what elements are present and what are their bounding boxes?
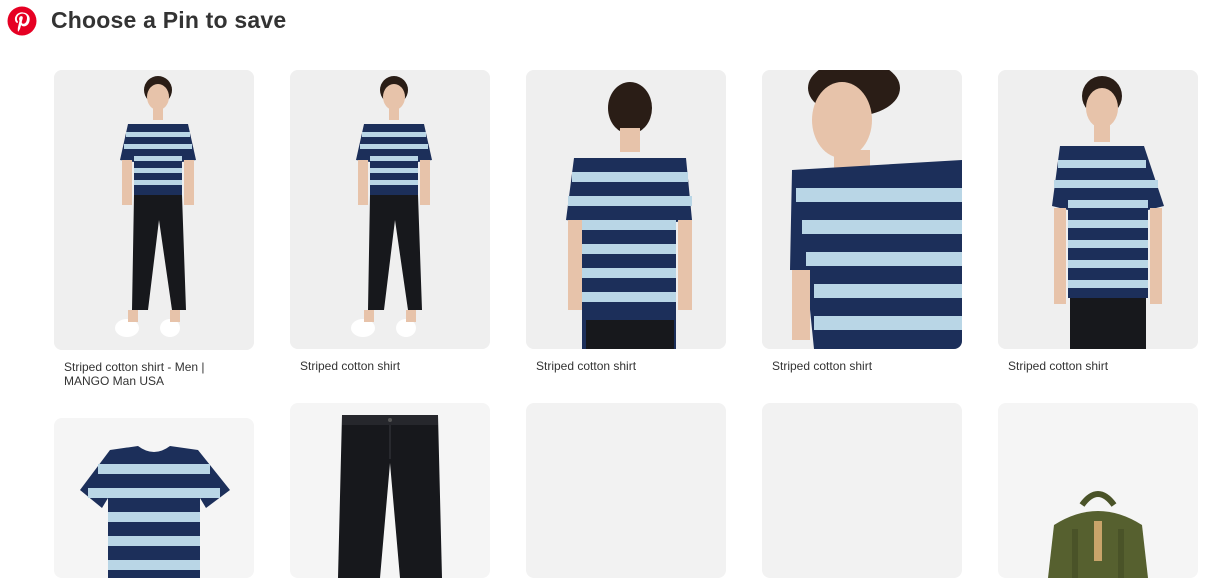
pin-image[interactable] (290, 403, 490, 578)
pin-image[interactable] (762, 70, 962, 349)
pin-image[interactable] (290, 70, 490, 349)
header: Choose a Pin to save (0, 0, 1222, 44)
pin-image[interactable] (54, 70, 254, 350)
pin-caption: Striped cotton shirt (536, 359, 637, 373)
pin-caption: Striped cotton shirt (1008, 359, 1109, 373)
pin-image[interactable] (998, 70, 1198, 349)
pin-caption: Striped cotton shirt (772, 359, 873, 373)
pin-caption: Striped cotton shirt - Men | MANGO Man U… (64, 360, 205, 388)
pin-image[interactable] (526, 403, 726, 578)
pinterest-logo-icon (7, 6, 37, 36)
pin-image[interactable] (526, 70, 726, 349)
pin-caption: Striped cotton shirt (300, 359, 401, 373)
page-title: Choose a Pin to save (51, 7, 287, 33)
pin-image[interactable] (54, 418, 254, 578)
pin-image[interactable] (762, 403, 962, 578)
pin-image[interactable] (998, 403, 1198, 578)
